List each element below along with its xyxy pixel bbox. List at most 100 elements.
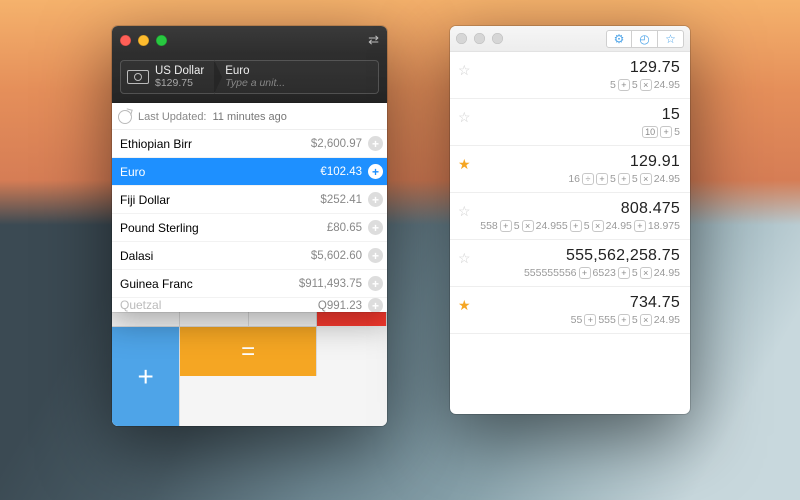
history-result: 734.75 <box>480 294 680 312</box>
expr-key: × <box>640 79 652 91</box>
currency-row[interactable]: Euro€102.43+ <box>112 158 387 186</box>
swap-icon[interactable]: ⇄ <box>368 32 379 48</box>
from-currency-amount: $129.75 <box>155 78 204 90</box>
star-icon: ☆ <box>665 32 676 46</box>
currency-row[interactable]: Pound Sterling£80.65+ <box>112 214 387 242</box>
currency-amount: $2,600.97+ <box>311 136 383 151</box>
expr-number: 5 <box>584 220 590 232</box>
from-currency-name: US Dollar <box>155 65 204 78</box>
expr-number: 24.955 <box>536 220 568 232</box>
expr-key: × <box>640 314 652 326</box>
currency-row[interactable]: Guinea Franc$911,493.75+ <box>112 270 387 298</box>
to-currency-placeholder: Type a unit... <box>225 78 285 90</box>
zoom-icon[interactable] <box>156 35 167 46</box>
favorites-button[interactable]: ☆ <box>658 30 684 48</box>
zoom-icon[interactable] <box>492 33 503 44</box>
updated-time: 11 minutes ago <box>213 111 287 123</box>
history-expression: 5+5×24.95 <box>480 79 680 91</box>
history-row[interactable]: ☆129.755+5×24.95 <box>450 52 690 99</box>
currency-amount: $5,602.60+ <box>311 248 383 263</box>
add-icon[interactable]: + <box>368 220 383 235</box>
history-button[interactable]: ◴ <box>632 30 658 48</box>
close-icon[interactable] <box>120 35 131 46</box>
expr-number: 5 <box>610 173 616 185</box>
key-equals[interactable]: = <box>180 326 317 376</box>
history-result: 808.475 <box>480 200 680 218</box>
history-result: 129.91 <box>480 153 680 171</box>
refresh-icon[interactable] <box>118 110 132 124</box>
expr-key: + <box>596 173 608 185</box>
history-expression: 16÷+5+5×24.95 <box>480 173 680 185</box>
expr-number: 55 <box>571 314 583 326</box>
currency-popover: Last Updated: 11 minutes ago Ethiopian B… <box>112 103 387 312</box>
currency-name: Dalasi <box>120 249 153 263</box>
expr-key: ÷ <box>582 173 594 185</box>
close-icon[interactable] <box>456 33 467 44</box>
converter-window: ⇄ US Dollar $129.75 Euro Type a unit... <box>112 26 387 426</box>
expr-number: 18.975 <box>648 220 680 232</box>
expr-number: 5 <box>632 173 638 185</box>
add-icon[interactable]: + <box>368 298 383 312</box>
favorite-star[interactable]: ☆ <box>458 250 472 267</box>
window-controls <box>120 35 167 46</box>
currency-name: Euro <box>120 165 145 179</box>
key-plus[interactable]: + <box>112 326 180 426</box>
favorite-star[interactable]: ☆ <box>458 109 472 126</box>
gear-icon: ⚙ <box>614 32 625 46</box>
favorite-star[interactable]: ★ <box>458 156 472 173</box>
history-expression: 558+5×24.955+5×24.95+18.975 <box>480 220 680 232</box>
settings-button[interactable]: ⚙ <box>606 30 632 48</box>
expr-key: + <box>618 79 630 91</box>
expr-number: 555 <box>598 314 616 326</box>
currency-name: Fiji Dollar <box>120 193 170 207</box>
expr-number: 558 <box>480 220 498 232</box>
expr-number: 5 <box>610 79 616 91</box>
history-row[interactable]: ☆555,562,258.75555555556+6523+5×24.95 <box>450 240 690 287</box>
popover-header: Last Updated: 11 minutes ago <box>112 103 387 130</box>
add-icon[interactable]: + <box>368 192 383 207</box>
expr-key: + <box>618 173 630 185</box>
window-controls <box>456 33 503 44</box>
expr-key: + <box>618 314 630 326</box>
history-result: 15 <box>480 106 680 124</box>
to-currency-segment[interactable]: Euro Type a unit... <box>215 60 379 94</box>
expr-number: 24.95 <box>654 173 680 185</box>
cash-icon <box>127 70 149 84</box>
minimize-icon[interactable] <box>138 35 149 46</box>
history-expression: 555555556+6523+5×24.95 <box>480 267 680 279</box>
history-result: 129.75 <box>480 59 680 77</box>
currency-row[interactable]: Quetzal Q991.23+ <box>112 298 387 312</box>
titlebar: ⚙ ◴ ☆ <box>450 26 690 52</box>
currency-amount: Q991.23+ <box>318 298 383 312</box>
add-icon[interactable]: + <box>368 136 383 151</box>
currency-name: Quetzal <box>120 298 161 312</box>
expr-number: 5 <box>632 314 638 326</box>
expr-number: 24.95 <box>654 79 680 91</box>
currency-row[interactable]: Fiji Dollar $252.41+ <box>112 186 387 214</box>
currency-name: Guinea Franc <box>120 277 193 291</box>
add-icon[interactable]: + <box>368 248 383 263</box>
history-row[interactable]: ☆ 808.475 558+5×24.955+5×24.95+18.975 <box>450 193 690 240</box>
to-currency-name: Euro <box>225 65 285 78</box>
unit-bar: US Dollar $129.75 Euro Type a unit... <box>112 54 387 103</box>
expr-key: + <box>579 267 591 279</box>
history-row[interactable]: ★734.7555+555+5×24.95 <box>450 287 690 334</box>
add-icon[interactable]: + <box>368 276 383 291</box>
updated-prefix: Last Updated: <box>138 111 207 123</box>
expr-key: + <box>618 267 630 279</box>
history-expression: 55+555+5×24.95 <box>480 314 680 326</box>
expr-number: 6523 <box>593 267 616 279</box>
add-icon[interactable]: + <box>368 164 383 179</box>
history-row[interactable]: ★ 129.91 16÷+5+5×24.95 <box>450 146 690 193</box>
expr-number: 555555556 <box>524 267 577 279</box>
currency-row[interactable]: Ethiopian Birr$2,600.97+ <box>112 130 387 158</box>
favorite-star[interactable]: ☆ <box>458 62 472 79</box>
favorite-star[interactable]: ★ <box>458 297 472 314</box>
currency-amount: $252.41+ <box>320 192 383 207</box>
minimize-icon[interactable] <box>474 33 485 44</box>
currency-row[interactable]: Dalasi $5,602.60+ <box>112 242 387 270</box>
from-currency-segment[interactable]: US Dollar $129.75 <box>120 60 215 94</box>
favorite-star[interactable]: ☆ <box>458 203 472 220</box>
clock-icon: ◴ <box>639 32 649 46</box>
history-row[interactable]: ☆1510+5 <box>450 99 690 146</box>
